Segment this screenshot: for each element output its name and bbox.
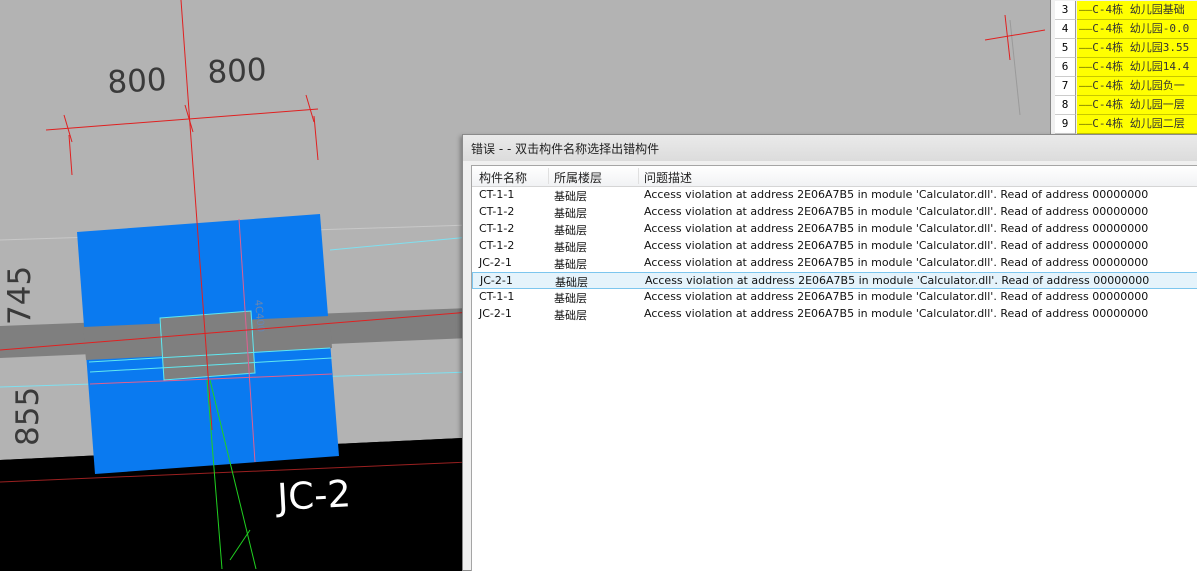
floor-list-row[interactable]: 9 ——C-4栋 幼儿园二层 bbox=[1051, 115, 1197, 134]
row-description: Access violation at address 2E06A7B5 in … bbox=[644, 307, 1149, 320]
tree-dash-icon: —— bbox=[1079, 98, 1093, 111]
floor-name-text: C-4栋 幼儿园一层 bbox=[1092, 98, 1185, 111]
floor-list-row-name[interactable]: ——C-4栋 幼儿园-0.0 bbox=[1077, 20, 1197, 39]
row-component-name[interactable]: CT-1-1 bbox=[479, 188, 514, 201]
footing-label: JC-2 bbox=[274, 472, 352, 519]
row-description: Access violation at address 2E06A7B5 in … bbox=[644, 290, 1149, 303]
table-row[interactable]: CT-1-1 基础层 Access violation at address 2E0… bbox=[472, 289, 1197, 306]
column-divider[interactable] bbox=[548, 168, 549, 184]
row-floor: 基础层 bbox=[554, 207, 587, 220]
row-description: Access violation at address 2E06A7B5 in … bbox=[644, 205, 1149, 218]
table-row[interactable]: CT-1-1 基础层 Access violation at address 2E0… bbox=[472, 187, 1197, 204]
dialog-title: 错误 - - 双击构件名称选择出错构件 bbox=[471, 142, 660, 156]
floor-name-text: C-4栋 幼儿园二层 bbox=[1092, 117, 1185, 130]
row-floor: 基础层 bbox=[554, 292, 587, 305]
floor-list-row-name[interactable]: ——C-4栋 幼儿园负一 bbox=[1077, 77, 1197, 96]
table-row[interactable]: CT-1-2 基础层 Access violation at address 2E0… bbox=[472, 204, 1197, 221]
table-row[interactable]: CT-1-2 基础层 Access violation at address 2E0… bbox=[472, 221, 1197, 238]
row-component-name[interactable]: CT-1-2 bbox=[479, 205, 514, 218]
row-description: Access violation at address 2E06A7B5 in … bbox=[644, 256, 1149, 269]
table-row[interactable]: JC-2-1 基础层 Access violation at address 2E0… bbox=[472, 255, 1197, 272]
row-floor: 基础层 bbox=[554, 241, 587, 254]
floor-list-row-name[interactable]: ——C-4栋 幼儿园3.55 bbox=[1077, 39, 1197, 58]
tree-dash-icon: —— bbox=[1079, 41, 1093, 54]
column-header-description[interactable]: 问题描述 bbox=[644, 169, 692, 186]
tree-dash-icon: —— bbox=[1079, 117, 1093, 130]
floor-list-row-number: 8 bbox=[1055, 96, 1076, 115]
row-component-name[interactable]: JC-2-1 bbox=[480, 274, 513, 287]
floor-list-row-name[interactable]: ——C-4栋 幼儿园14.4 bbox=[1077, 58, 1197, 77]
row-description: Access violation at address 2E06A7B5 in … bbox=[644, 222, 1149, 235]
column-divider[interactable] bbox=[638, 168, 639, 184]
row-description: Access violation at address 2E06A7B5 in … bbox=[644, 239, 1149, 252]
floor-list-row[interactable]: 4 ——C-4栋 幼儿园-0.0 bbox=[1051, 20, 1197, 39]
floor-list-panel: 3 ——C-4栋 幼儿园基础 4 ——C-4栋 幼儿园-0.0 5 ——C-4栋 幼儿园3… bbox=[1050, 0, 1197, 134]
table-row[interactable]: CT-1-2 基础层 Access violation at address 2E0… bbox=[472, 238, 1197, 255]
row-component-name[interactable]: CT-1-2 bbox=[479, 222, 514, 235]
row-description: Access violation at address 2E06A7B5 in … bbox=[644, 188, 1149, 201]
row-floor: 基础层 bbox=[554, 190, 587, 203]
floor-list-row-number: 5 bbox=[1055, 39, 1076, 58]
error-list[interactable]: 构件名称 所属楼层 问题描述 CT-1-1 基础层 Access violation… bbox=[471, 165, 1197, 571]
dialog-titlebar[interactable]: 错误 - - 双击构件名称选择出错构件 bbox=[463, 135, 1197, 161]
floor-list-row[interactable]: 8 ——C-4栋 幼儿园一层 bbox=[1051, 96, 1197, 115]
dimension-text-top-left: 800 bbox=[107, 62, 168, 101]
table-row[interactable]: JC-2-1 基础层 Access violation at address 2E0… bbox=[472, 306, 1197, 323]
row-floor: 基础层 bbox=[554, 309, 587, 322]
floor-name-text: C-4栋 幼儿园14.4 bbox=[1092, 60, 1190, 73]
floor-list-row-number: 7 bbox=[1055, 77, 1076, 96]
floor-name-text: C-4栋 幼儿园3.55 bbox=[1092, 41, 1190, 54]
row-component-name[interactable]: CT-1-1 bbox=[479, 290, 514, 303]
floor-name-text: C-4栋 幼儿园基础 bbox=[1092, 3, 1185, 16]
tree-dash-icon: —— bbox=[1079, 3, 1093, 16]
row-description: Access violation at address 2E06A7B5 in … bbox=[645, 274, 1150, 287]
floor-list-row-number: 6 bbox=[1055, 58, 1076, 77]
floor-list-row-name[interactable]: ——C-4栋 幼儿园一层 bbox=[1077, 96, 1197, 115]
dimension-text-left-lower: 855 bbox=[10, 387, 46, 446]
dimension-text-left-upper: 745 bbox=[2, 266, 38, 325]
row-floor: 基础层 bbox=[554, 258, 587, 271]
row-floor: 基础层 bbox=[554, 224, 587, 237]
table-row[interactable]: JC-2-1 基础层 Access violation at address 2E0… bbox=[472, 272, 1197, 289]
floor-list-row[interactable]: 5 ——C-4栋 幼儿园3.55 bbox=[1051, 39, 1197, 58]
error-dialog[interactable]: 错误 - - 双击构件名称选择出错构件 构件名称 所属楼层 问题描述 CT-1-… bbox=[462, 134, 1197, 571]
floor-name-text: C-4栋 幼儿园负一 bbox=[1092, 79, 1185, 92]
floor-list-row[interactable]: 6 ——C-4栋 幼儿园14.4 bbox=[1051, 58, 1197, 77]
floor-list-row-number: 9 bbox=[1055, 115, 1076, 134]
dimension-text-top-right: 800 bbox=[207, 52, 268, 91]
floor-list-row-number: 4 bbox=[1055, 20, 1076, 39]
floor-name-text: C-4栋 幼儿园-0.0 bbox=[1092, 22, 1190, 35]
tree-dash-icon: —— bbox=[1079, 79, 1093, 92]
floor-list-row-name[interactable]: ——C-4栋 幼儿园二层 bbox=[1077, 115, 1197, 134]
row-component-name[interactable]: JC-2-1 bbox=[479, 256, 512, 269]
list-header: 构件名称 所属楼层 问题描述 bbox=[472, 166, 1197, 187]
column-header-floor[interactable]: 所属楼层 bbox=[554, 169, 602, 186]
floor-list-row[interactable]: 3 ——C-4栋 幼儿园基础 bbox=[1051, 1, 1197, 20]
column-header-name[interactable]: 构件名称 bbox=[479, 169, 527, 186]
floor-list-row[interactable]: 7 ——C-4栋 幼儿园负一 bbox=[1051, 77, 1197, 96]
tree-dash-icon: —— bbox=[1079, 22, 1093, 35]
row-floor: 基础层 bbox=[555, 276, 588, 289]
row-component-name[interactable]: JC-2-1 bbox=[479, 307, 512, 320]
row-component-name[interactable]: CT-1-2 bbox=[479, 239, 514, 252]
floor-list-row-number: 3 bbox=[1055, 1, 1076, 20]
floor-list-row-name[interactable]: ——C-4栋 幼儿园基础 bbox=[1077, 1, 1197, 20]
tree-dash-icon: —— bbox=[1079, 60, 1093, 73]
